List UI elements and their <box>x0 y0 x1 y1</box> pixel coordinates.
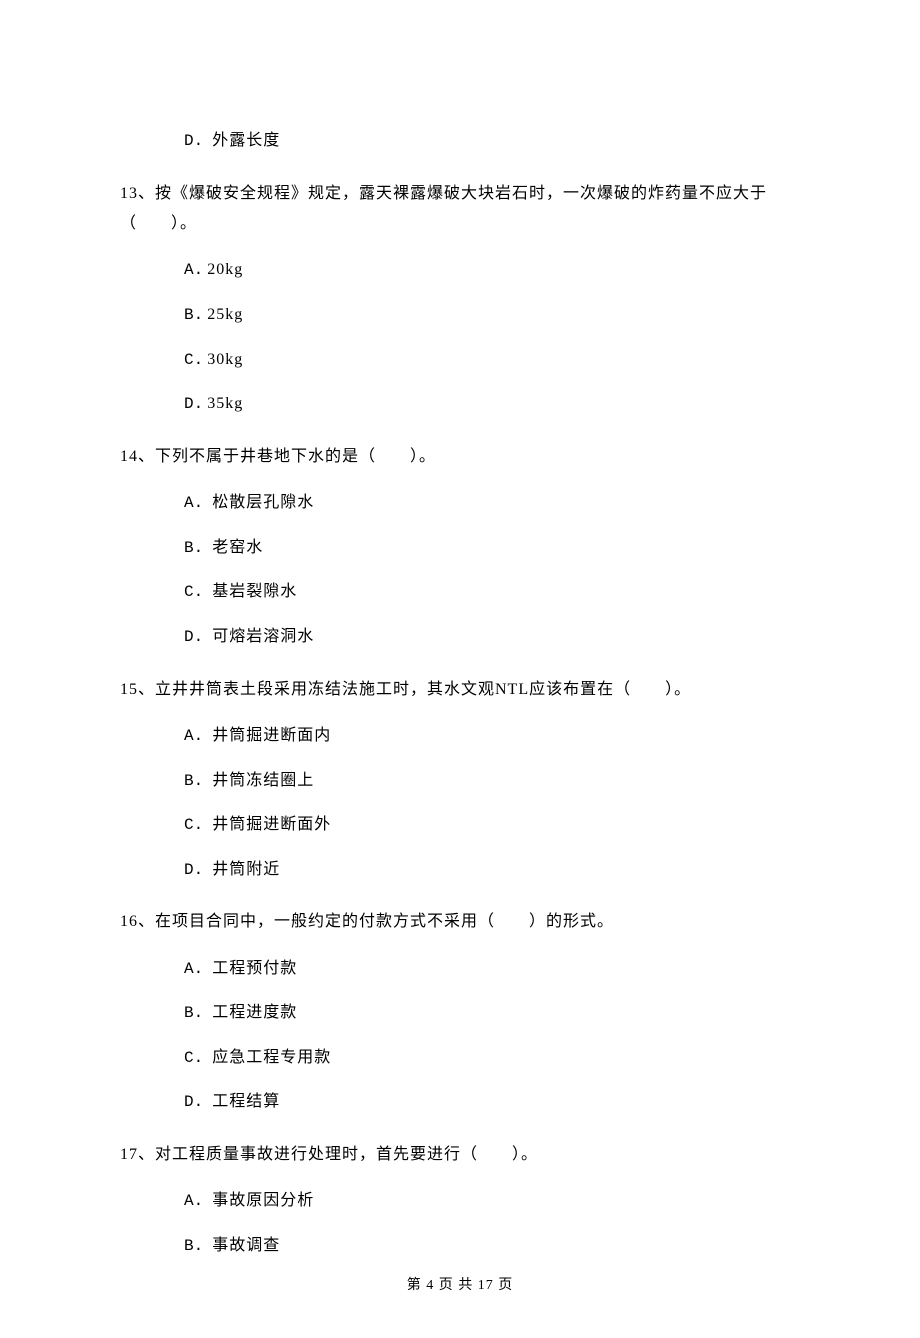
option-text: 工程进度款 <box>212 1004 297 1021</box>
option-label: A. <box>184 261 203 279</box>
q17-option-a: A. 事故原因分析 <box>184 1188 800 1215</box>
option-label: D. <box>184 1093 203 1111</box>
option-text: 井筒掘进断面内 <box>212 727 331 744</box>
option-text: 松散层孔隙水 <box>212 494 314 511</box>
option-text: 工程结算 <box>212 1093 280 1110</box>
option-text: 应急工程专用款 <box>212 1049 331 1066</box>
q16-option-b: B. 工程进度款 <box>184 1000 800 1027</box>
option-label: A. <box>184 960 203 978</box>
option-text: 30kg <box>207 351 243 368</box>
q14-option-c: C. 基岩裂隙水 <box>184 579 800 606</box>
option-text: 井筒掘进断面外 <box>212 816 331 833</box>
option-label: A. <box>184 494 203 512</box>
option-label: A. <box>184 727 203 745</box>
option-text: 老窑水 <box>212 539 263 556</box>
q15-option-a: A. 井筒掘进断面内 <box>184 723 800 750</box>
q16-option-c: C. 应急工程专用款 <box>184 1045 800 1072</box>
q15-option-c: C. 井筒掘进断面外 <box>184 812 800 839</box>
q13-option-b: B.25kg <box>184 302 800 329</box>
option-text: 25kg <box>207 306 243 323</box>
option-label: C. <box>184 1049 203 1067</box>
q16-option-a: A. 工程预付款 <box>184 956 800 983</box>
option-text: 工程预付款 <box>212 960 297 977</box>
q17-option-b: B. 事故调查 <box>184 1233 800 1260</box>
q15-option-b: B. 井筒冻结圈上 <box>184 768 800 795</box>
option-text: 井筒附近 <box>212 861 280 878</box>
option-label: B. <box>184 306 203 324</box>
option-label: A. <box>184 1192 203 1210</box>
q14-option-a: A. 松散层孔隙水 <box>184 490 800 517</box>
q12-option-d: D. 外露长度 <box>184 128 800 155</box>
option-label: D. <box>184 628 203 646</box>
q17-stem: 17、对工程质量事故进行处理时，首先要进行（ ）。 <box>120 1140 800 1170</box>
q13-option-c: C.30kg <box>184 347 800 374</box>
option-label: D. <box>184 132 203 150</box>
option-text: 外露长度 <box>212 132 280 149</box>
option-label: D. <box>184 395 203 413</box>
option-label: B. <box>184 1004 203 1022</box>
q16-option-d: D. 工程结算 <box>184 1089 800 1116</box>
option-text: 35kg <box>207 395 243 412</box>
option-text: 基岩裂隙水 <box>212 583 297 600</box>
page-footer: 第 4 页 共 17 页 <box>0 1275 920 1297</box>
q14-option-b: B. 老窑水 <box>184 535 800 562</box>
q14-option-d: D. 可熔岩溶洞水 <box>184 624 800 651</box>
option-text: 可熔岩溶洞水 <box>212 628 314 645</box>
document-page: D. 外露长度 13、按《爆破安全规程》规定，露天裸露爆破大块岩石时，一次爆破的… <box>0 0 920 1338</box>
option-label: D. <box>184 861 203 879</box>
option-label: B. <box>184 1237 203 1255</box>
q16-stem: 16、在项目合同中，一般约定的付款方式不采用（ ）的形式。 <box>120 907 800 937</box>
option-text: 20kg <box>207 261 243 278</box>
q15-option-d: D. 井筒附近 <box>184 857 800 884</box>
option-label: C. <box>184 816 203 834</box>
option-text: 事故原因分析 <box>212 1192 314 1209</box>
q13-option-d: D.35kg <box>184 391 800 418</box>
option-text: 井筒冻结圈上 <box>212 772 314 789</box>
option-label: C. <box>184 583 203 601</box>
q13-option-a: A.20kg <box>184 257 800 284</box>
option-label: B. <box>184 539 203 557</box>
option-label: B. <box>184 772 203 790</box>
option-label: C. <box>184 351 203 369</box>
q15-stem: 15、立井井筒表土段采用冻结法施工时，其水文观NTL应该布置在（ ）。 <box>120 675 800 705</box>
option-text: 事故调查 <box>212 1237 280 1254</box>
q14-stem: 14、下列不属于井巷地下水的是（ ）。 <box>120 442 800 472</box>
q13-stem: 13、按《爆破安全规程》规定，露天裸露爆破大块岩石时，一次爆破的炸药量不应大于（… <box>120 179 800 240</box>
